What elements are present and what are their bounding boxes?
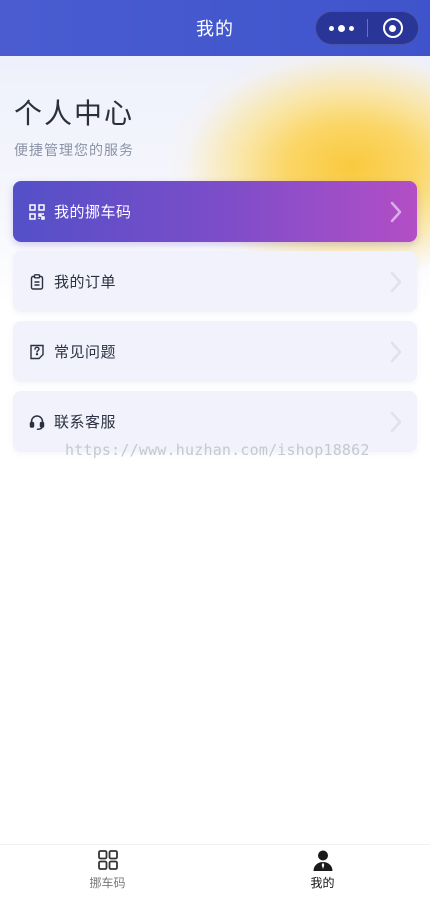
menu-item-label: 常见问题 — [54, 343, 117, 361]
qr-code-icon — [28, 203, 46, 221]
target-ring-icon — [382, 18, 403, 38]
bottom-tab-bar: 挪车码 我的 — [0, 844, 430, 900]
chevron-right-icon — [390, 341, 402, 363]
menu-item-label: 我的订单 — [54, 273, 117, 291]
page: 我的 个人中心 便捷管理您的服务 我的挪车码 我的订单 常见问题 联系客服 ht… — [0, 0, 430, 900]
more-dots-icon — [328, 24, 354, 32]
page-title: 我的 — [196, 19, 234, 40]
hero-title: 个人中心 — [14, 97, 135, 130]
tab-qr-code[interactable]: 挪车码 — [0, 845, 215, 900]
chevron-right-icon — [390, 201, 402, 223]
tab-label: 挪车码 — [89, 876, 126, 890]
question-note-icon — [28, 343, 46, 361]
clipboard-icon — [28, 273, 46, 291]
watermark-text: https://www.huzhan.com/ishop18862 — [65, 441, 370, 459]
more-button[interactable] — [316, 11, 367, 45]
menu-item-label: 我的挪车码 — [54, 203, 132, 221]
user-icon — [313, 850, 332, 871]
menu-item-my-orders[interactable]: 我的订单 — [13, 251, 417, 312]
close-button[interactable] — [367, 11, 418, 45]
chevron-right-icon — [390, 271, 402, 293]
tab-label: 我的 — [310, 876, 335, 890]
mini-program-capsule — [315, 11, 419, 45]
menu-list: 我的挪车码 我的订单 常见问题 联系客服 — [13, 181, 417, 461]
chevron-right-icon — [390, 411, 402, 433]
menu-item-label: 联系客服 — [54, 413, 117, 431]
menu-item-my-qr-code[interactable]: 我的挪车码 — [13, 181, 417, 242]
hero-subtitle: 便捷管理您的服务 — [14, 143, 134, 159]
navigation-bar: 我的 — [0, 0, 430, 56]
tab-mine[interactable]: 我的 — [215, 845, 430, 900]
headset-icon — [28, 413, 46, 431]
grid-icon — [97, 850, 118, 870]
menu-item-faq[interactable]: 常见问题 — [13, 321, 417, 382]
